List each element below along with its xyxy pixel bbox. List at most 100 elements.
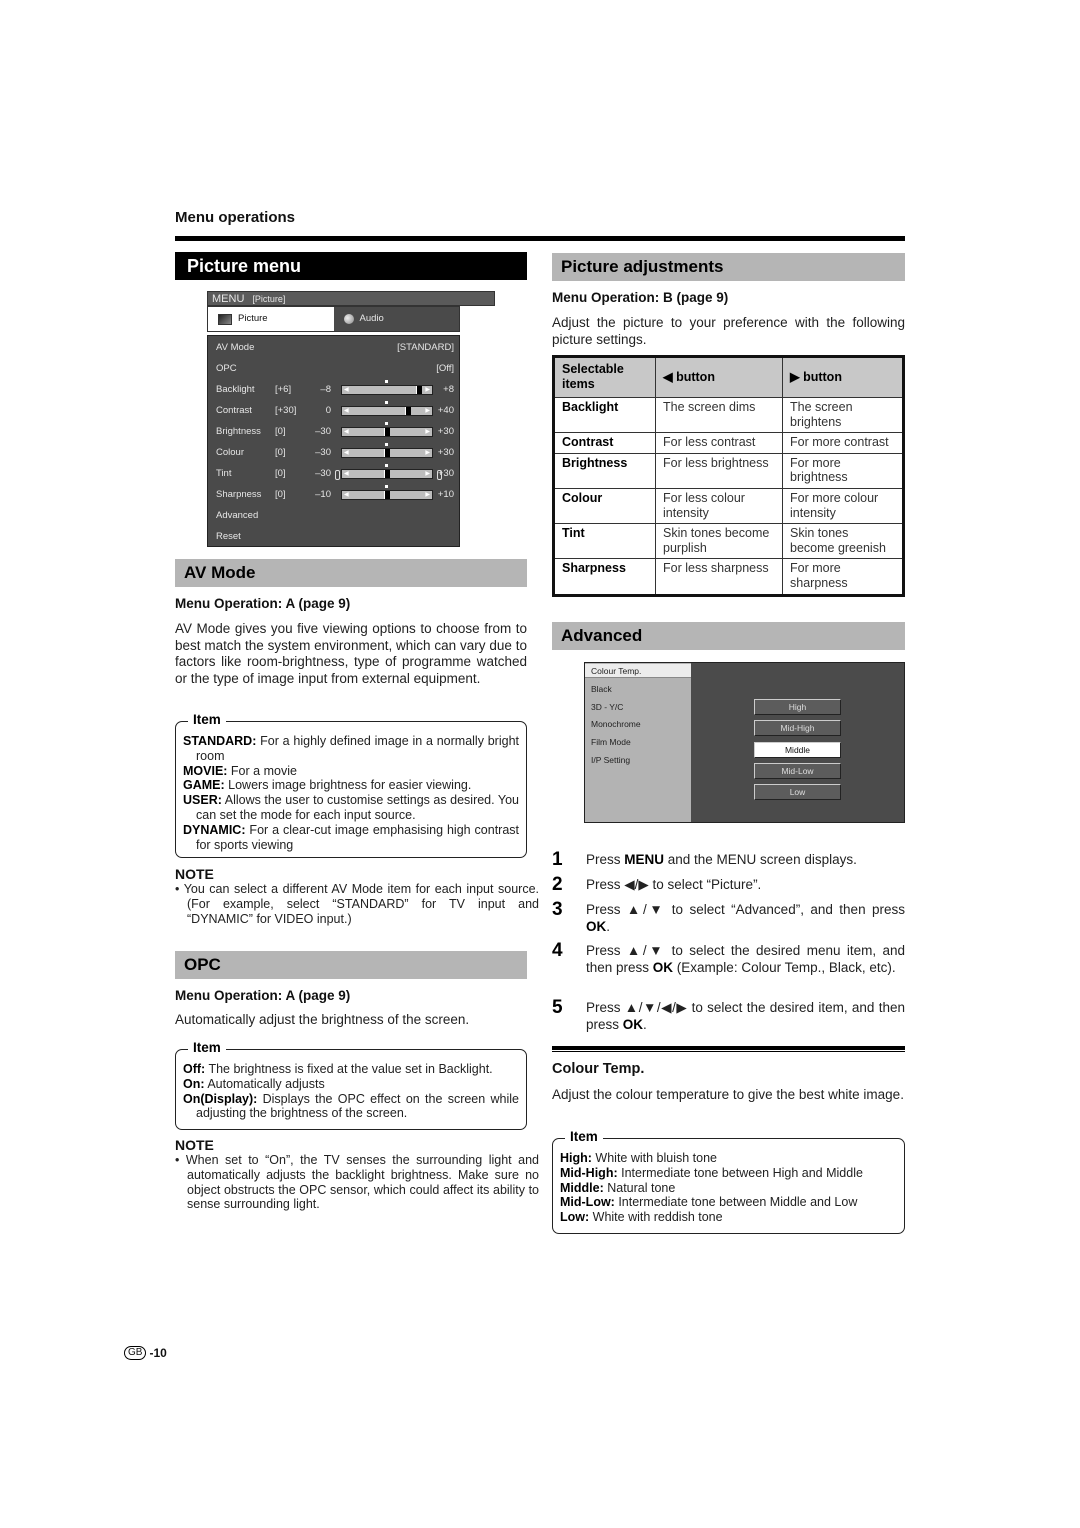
tv-icon: [218, 313, 232, 325]
colour-temp-option[interactable]: High: [754, 699, 841, 715]
tint-indicator-icon: [335, 470, 340, 480]
table-cell-item: Backlight: [553, 396, 656, 434]
tv-menu-row-label: Tint: [216, 468, 232, 479]
advanced-menu-item[interactable]: 3D - Y/C: [591, 700, 623, 714]
slider-center-mark: [385, 443, 388, 446]
tv-menu-slider[interactable]: ◀ ▶: [341, 422, 433, 437]
advanced-menu-item[interactable]: I/P Setting: [591, 753, 630, 767]
tv-menu-row[interactable]: Backlight [+6] –8 ◀ ▶ +8: [216, 380, 454, 397]
tv-menu-row[interactable]: Reset: [216, 530, 454, 544]
advanced-menu-item[interactable]: Black: [591, 682, 612, 696]
tv-menu-row[interactable]: Tint [0] –30 ◀ ▶ +30: [216, 464, 454, 481]
top-rule: [175, 236, 905, 241]
tv-menu-slider[interactable]: ◀ ▶: [341, 464, 433, 479]
opc-item: Off: The brightness is fixed at the valu…: [183, 1062, 493, 1076]
tv-menu-row[interactable]: AV Mode [STANDARD]: [216, 341, 454, 355]
table-row: Tint Skin tones become purplish Skin tones…: [553, 523, 904, 560]
slider-left-arrow-icon: ◀: [344, 429, 349, 435]
colour-temp-item-name: Mid-High:: [560, 1165, 618, 1180]
step-text: Press MENU and the MENU screen displays.: [586, 852, 857, 867]
slider-right-arrow-icon: ▶: [425, 492, 430, 498]
step-text: Press ▲/▼ to select the desired menu ite…: [586, 943, 905, 975]
advanced-menu-item[interactable]: Colour Temp.: [585, 664, 691, 678]
tv-menu-row[interactable]: Sharpness [0] –10 ◀ ▶ +10: [216, 485, 454, 502]
colour-temp-option[interactable]: Low: [754, 784, 841, 801]
slider-thumb[interactable]: [384, 449, 390, 457]
table-row: Brightness For less brightness For more br…: [553, 452, 904, 489]
opc-item-name: On(Display):: [183, 1091, 258, 1106]
picture-adjustments-table: Selectable items ◀ button ▶ button Backl…: [552, 355, 905, 597]
item-legend: Item: [565, 1129, 603, 1145]
tv-menu-row-current: [+6]: [275, 384, 292, 395]
tab-picture[interactable]: Picture: [208, 307, 334, 331]
tv-menu-row[interactable]: Brightness [0] –30 ◀ ▶ +30: [216, 422, 454, 439]
speaker-icon: [343, 314, 354, 324]
tab-picture-label: Picture: [238, 313, 268, 324]
tab-audio[interactable]: Audio: [333, 307, 459, 331]
colour-temp-rule: [552, 1046, 905, 1052]
table-cell-right-action: For more brightness: [782, 452, 904, 489]
tv-menu-row-min: –30: [315, 468, 331, 479]
av-mode-menu-operation: Menu Operation: A (page 9): [175, 596, 351, 611]
slider-thumb[interactable]: [405, 407, 411, 415]
slider-thumb[interactable]: [384, 470, 390, 478]
colour-temp-option[interactable]: Mid-High: [754, 720, 841, 737]
av-mode-note-text: You can select a different AV Mode item …: [183, 882, 540, 926]
slider-thumb[interactable]: [416, 386, 422, 394]
table-cell-item: Brightness: [553, 452, 656, 489]
av-mode-description: AV Mode gives you five viewing options t…: [175, 621, 527, 686]
advanced-menu-item[interactable]: Film Mode: [591, 735, 631, 749]
tv-menu-row-label: Contrast: [216, 405, 252, 416]
tv-menu-slider[interactable]: ◀ ▶: [341, 401, 433, 416]
tv-menu-row-label: Brightness: [216, 426, 261, 437]
tv-menu-row[interactable]: Colour [0] –30 ◀ ▶ +30: [216, 443, 454, 460]
tv-menu-slider[interactable]: ◀ ▶: [341, 485, 433, 500]
tv-menu-title-sub: [Picture]: [252, 294, 286, 304]
step-key: OK: [622, 1016, 644, 1032]
tv-menu-row-label: Reset: [216, 531, 241, 542]
opc-menu-operation: Menu Operation: A (page 9): [175, 988, 351, 1003]
slider-thumb[interactable]: [384, 491, 390, 499]
tv-menu-row[interactable]: Contrast [+30] 0 ◀ ▶ +40: [216, 401, 454, 418]
advanced-menu-item[interactable]: Monochrome: [591, 717, 641, 731]
av-mode-item-name: DYNAMIC:: [183, 822, 246, 837]
colour-temp-item: Mid-High: Intermediate tone between High…: [560, 1165, 863, 1180]
step-text: Press ▲/▼/◀/▶ to select the desired item…: [586, 1000, 905, 1032]
colour-temp-option[interactable]: Middle: [754, 741, 841, 758]
tv-menu-row[interactable]: OPC [Off]: [216, 362, 454, 376]
av-mode-item-box: Item STANDARD: For a highly defined imag…: [175, 712, 527, 858]
section-label: Menu operations: [175, 209, 296, 226]
picture-adjustments-heading: Picture adjustments: [552, 253, 905, 281]
av-mode-item-name: STANDARD:: [183, 734, 257, 748]
step-key: OK: [652, 959, 674, 975]
tv-menu-slider[interactable]: ◀ ▶: [341, 380, 433, 395]
slider-right-arrow-icon: ▶: [425, 387, 430, 393]
step-number: 2: [552, 874, 563, 895]
opc-note: • When set to “On”, the TV senses the su…: [175, 1153, 539, 1212]
colour-temp-heading: Colour Temp.: [552, 1061, 645, 1077]
slider-thumb[interactable]: [384, 428, 390, 436]
advanced-menu-list: Colour Temp. Black 3D - Y/C Monochrome Film …: [585, 663, 691, 822]
tv-menu-title: MENU: [212, 293, 245, 305]
tv-menu-row-min: –10: [315, 489, 331, 500]
colour-temp-item-box: Item High: White with bluish tone Mid-Hig…: [552, 1129, 905, 1234]
opc-heading: OPC: [175, 951, 527, 979]
table-row: Sharpness For less sharpness For more shar…: [553, 558, 904, 596]
tv-menu-row[interactable]: Advanced: [216, 509, 454, 523]
picture-adjustments-menu-operation: Menu Operation: B (page 9): [552, 290, 729, 305]
tv-menu-row-label: Sharpness: [216, 489, 262, 500]
item-legend: Item: [188, 712, 226, 728]
av-mode-item: DYNAMIC: For a clear-cut image emphasisi…: [183, 822, 519, 852]
colour-temp-option[interactable]: Mid-Low: [754, 762, 841, 779]
tv-menu-slider[interactable]: ◀ ▶: [341, 443, 433, 458]
page-number: GB -10: [124, 1346, 167, 1360]
colour-temp-item-name: Mid-Low:: [560, 1195, 615, 1210]
tv-menu-row-current: [0]: [275, 489, 286, 500]
step-number: 3: [552, 899, 563, 920]
header-left-button: ◀ button: [655, 356, 783, 398]
table-cell-right-action: Skin tones become greenish: [782, 523, 904, 560]
table-cell-item: Contrast: [553, 432, 656, 454]
av-mode-heading: AV Mode: [175, 559, 527, 587]
tv-menu-row-current: [0]: [275, 447, 286, 458]
tint-indicator-icon: [437, 470, 442, 480]
